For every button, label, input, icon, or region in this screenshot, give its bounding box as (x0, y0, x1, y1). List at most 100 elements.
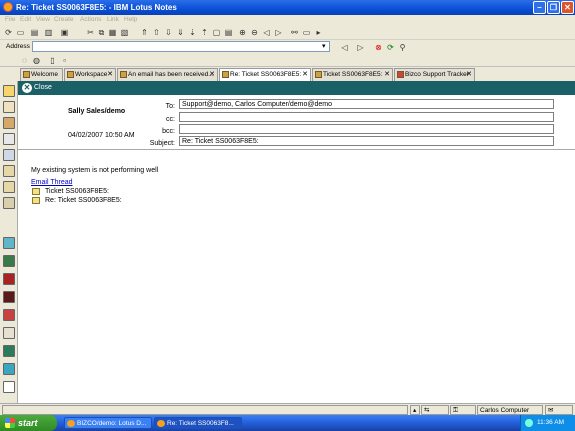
admin-bookmark-icon[interactable] (3, 273, 15, 285)
web-bookmark-icon[interactable] (3, 345, 15, 357)
memo-icon (315, 71, 322, 78)
tab-ticket[interactable]: Ticket SS0063F8E5: ✕ (312, 68, 393, 81)
tab-email-received[interactable]: An email has been received... ✕ (117, 68, 218, 81)
close-icon: ✕ (22, 83, 32, 93)
nav-prev-unread-icon[interactable]: ⇡ (200, 28, 209, 37)
arrow-left-icon[interactable]: ◁ (262, 28, 271, 37)
memo-header: Sally Sales/demo 04/02/2007 10:50 AM To:… (18, 95, 575, 150)
zoom-out-icon[interactable]: ⊖ (250, 28, 259, 37)
journal-bookmark-icon[interactable] (3, 363, 15, 375)
new-document-icon[interactable]: ▭ (16, 28, 25, 37)
arrow-right-icon[interactable]: ▷ (274, 28, 283, 37)
nav-up-icon[interactable]: ⇧ (152, 28, 161, 37)
copy-icon[interactable]: ⧉ (97, 28, 106, 37)
close-tab-icon[interactable]: ✕ (107, 69, 113, 81)
view-icon[interactable]: ▤ (224, 28, 233, 37)
nav-down-icon[interactable]: ⇩ (164, 28, 173, 37)
menu-actions[interactable]: Actions (80, 16, 101, 23)
save-icon[interactable]: ▣ (60, 28, 69, 37)
reload-icon[interactable]: ⟳ (386, 43, 395, 52)
taskbar-button-bizco[interactable]: BIZCO/demo: Lotus D... (64, 417, 152, 429)
people-icon[interactable]: ◍ (32, 56, 41, 65)
library-bookmark-icon[interactable] (3, 381, 15, 393)
close-window-button[interactable]: ✕ (561, 1, 574, 14)
designer-bookmark-icon[interactable] (3, 255, 15, 267)
menu-view[interactable]: View (36, 16, 50, 23)
tab-welcome[interactable]: Welcome (20, 68, 63, 81)
properties-icon[interactable]: ▢ (212, 28, 221, 37)
start-button[interactable]: start (0, 415, 57, 431)
tab-workspace[interactable]: Workspace ✕ (64, 68, 116, 81)
search-next-icon[interactable]: ▸ (314, 28, 323, 37)
bcc-field[interactable] (179, 124, 554, 134)
print-icon[interactable]: ▥ (44, 28, 53, 37)
address-input[interactable] (32, 41, 330, 52)
binoculars-icon[interactable]: ⚯ (290, 28, 299, 37)
cc-field[interactable] (179, 112, 554, 122)
notes-bookmark-icon[interactable] (3, 327, 15, 339)
open-folder-icon[interactable]: ▤ (30, 28, 39, 37)
calendar-small-icon[interactable]: ▫ (60, 56, 69, 65)
taskbar-button-re-ticket[interactable]: Re: Ticket SS0063F8... (154, 417, 242, 429)
minimize-button[interactable]: – (533, 1, 546, 14)
window-title: Re: Ticket SS0063F8E5: - IBM Lotus Notes (16, 3, 177, 12)
cut-icon[interactable]: ✂ (86, 28, 95, 37)
chevron-down-icon[interactable]: ▾ (322, 42, 326, 50)
subject-field[interactable]: Re: Ticket SS0063F8E5: (179, 136, 554, 146)
tracker-bookmark-icon[interactable] (3, 309, 15, 321)
search-text-icon[interactable]: ▭ (302, 28, 311, 37)
email-thread-link[interactable]: Email Thread (31, 179, 73, 186)
menu-create[interactable]: Create (54, 16, 74, 23)
close-tab-icon[interactable]: ✕ (466, 69, 472, 81)
menu-file[interactable]: File (5, 16, 15, 23)
status-up-icon[interactable]: ▴ (410, 405, 420, 415)
start-label: start (18, 418, 38, 428)
menu-edit[interactable]: Edit (20, 16, 31, 23)
databases-bookmark-icon[interactable] (3, 181, 15, 193)
paste-icon[interactable]: ▦ (108, 28, 117, 37)
taskbar-button-label: BIZCO/demo: Lotus D... (77, 420, 147, 427)
close-tab-icon[interactable]: ✕ (384, 69, 390, 81)
calendar-bookmark-icon[interactable] (3, 101, 15, 113)
nav-next-icon[interactable]: ⇓ (176, 28, 185, 37)
clipboard-icon[interactable]: ▧ (120, 28, 129, 37)
nav-unread-icon[interactable]: ⇣ (188, 28, 197, 37)
memo-document: Sally Sales/demo 04/02/2007 10:50 AM To:… (18, 95, 575, 403)
close-tab-icon[interactable]: ✕ (209, 69, 215, 81)
maximize-button[interactable]: ❐ (547, 1, 560, 14)
search-icon[interactable]: ⚲ (398, 43, 407, 52)
refresh-icon[interactable]: ⟳ (4, 28, 13, 37)
security-icon[interactable]: ⚿ (450, 405, 476, 415)
zoom-in-icon[interactable]: ⊕ (238, 28, 247, 37)
to-field[interactable]: Support@demo, Carlos Computer/demo@demo (179, 99, 554, 109)
contacts-bookmark-icon[interactable] (3, 117, 15, 129)
connection-icon[interactable]: ⇆ (421, 405, 449, 415)
forward-icon[interactable]: ▷ (356, 43, 365, 52)
help-bookmark-icon[interactable] (3, 237, 15, 249)
tab-bizco-support-tracker[interactable]: Bizco Support Tracker ✕ (394, 68, 475, 81)
mail-status-icon[interactable]: ✉ (545, 405, 573, 415)
thread-item[interactable]: Re: Ticket SS0063F8E5: (31, 197, 122, 204)
location-selector[interactable]: Carlos Computer (477, 405, 543, 415)
tab-label: Workspace (75, 71, 108, 78)
nav-first-icon[interactable]: ⇑ (140, 28, 149, 37)
taskbar-button-label: Re: Ticket SS0063F8... (167, 420, 234, 427)
close-document-button[interactable]: ✕ Close (22, 82, 52, 94)
menu-help[interactable]: Help (124, 16, 137, 23)
stop-icon[interactable]: ⊗ (374, 43, 383, 52)
close-tab-icon[interactable]: ✕ (302, 69, 308, 81)
network-icon[interactable] (525, 419, 533, 427)
mail-bookmark-icon[interactable] (3, 85, 15, 97)
chat-icon[interactable]: ◌ (20, 56, 29, 65)
back-icon[interactable]: ◁ (340, 43, 349, 52)
favorites-bookmark-icon[interactable] (3, 197, 15, 209)
folder-bookmark-icon[interactable] (3, 165, 15, 177)
menu-link[interactable]: Link (107, 16, 119, 23)
status-icon[interactable]: ▯ (48, 56, 57, 65)
clock[interactable]: 11:36 AM (537, 419, 564, 426)
app-bookmark-icon[interactable] (3, 291, 15, 303)
replicator-bookmark-icon[interactable] (3, 149, 15, 161)
tab-re-ticket[interactable]: Re: Ticket SS0063F8E5: ✕ (219, 68, 311, 81)
thread-item[interactable]: Ticket SS0063F8E5: (31, 188, 109, 195)
todo-bookmark-icon[interactable] (3, 133, 15, 145)
